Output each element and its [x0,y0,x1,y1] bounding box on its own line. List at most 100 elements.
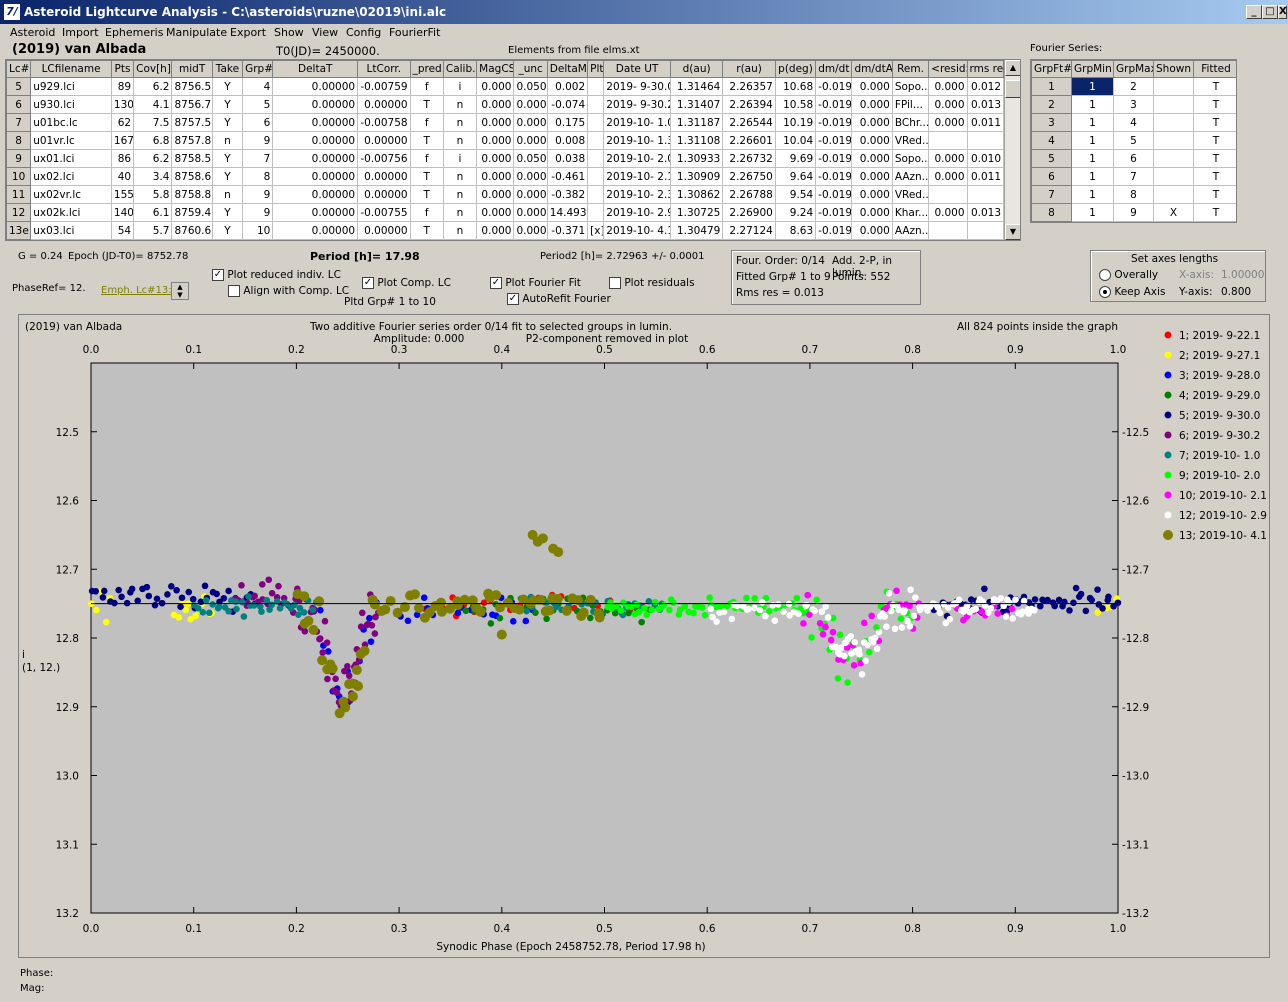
spin-up-icon[interactable]: ▲ [177,283,182,291]
overally-radio[interactable]: Overally [1099,269,1158,281]
table-cell[interactable] [966,221,1004,240]
table-cell[interactable]: 0.000 [851,167,893,186]
table-cell[interactable]: 8756.7 [171,95,213,114]
table-cell[interactable]: 1 [1071,203,1114,222]
table-cell[interactable]: 9.69 [774,149,817,168]
row-header[interactable]: 8 [6,131,32,150]
table-cell[interactable]: 2.26601 [722,131,776,150]
lc-col-header[interactable]: p(deg) [774,60,817,78]
table-cell[interactable]: u930.lci [30,95,112,114]
table-cell[interactable]: 0.011 [966,113,1004,132]
table-cell[interactable]: T [1193,113,1236,132]
table-cell[interactable]: 1 [1071,77,1114,96]
table-cell[interactable]: 0.000 [476,113,515,132]
lc-col-header[interactable]: <resid> [928,60,968,78]
table-row[interactable]: 819XT [1031,203,1236,222]
menu-import[interactable]: Import [62,26,99,39]
checkbox-icon[interactable]: ✓ [362,277,374,289]
row-header[interactable]: 5 [6,77,32,96]
table-cell[interactable]: 2.26732 [722,149,776,168]
table-cell[interactable]: f [409,149,444,168]
table-cell[interactable]: -0.461 [546,167,589,186]
lc-col-header[interactable]: dm/dt [815,60,853,78]
plot-resid-checkbox[interactable]: Plot residuals [609,277,695,289]
row-header[interactable]: 7 [6,113,32,132]
table-row[interactable]: 112T [1031,77,1236,96]
plot-comp-checkbox[interactable]: ✓ Plot Comp. LC [362,277,451,289]
lc-col-header[interactable]: Date UT [603,60,671,78]
menu-view[interactable]: View [312,26,338,39]
align-comp-checkbox[interactable]: Align with Comp. LC [228,285,349,297]
table-cell[interactable]: 0.000 [513,203,548,222]
keep-axis-radio[interactable]: Keep Axis [1099,286,1165,298]
table-cell[interactable]: 155 [110,185,135,204]
lc-col-header[interactable]: Calib. [442,60,478,78]
table-cell[interactable]: 0.00000 [272,221,359,240]
row-header[interactable]: 1 [1031,77,1072,96]
table-cell[interactable] [1153,167,1194,186]
checkbox-icon[interactable]: ✓ [490,277,502,289]
table-cell[interactable]: 9 [242,131,274,150]
table-cell[interactable]: Y [211,149,244,168]
table-cell[interactable]: 1.30479 [669,221,724,240]
lc-col-header[interactable]: rms res [966,60,1004,78]
table-cell[interactable]: 6.1 [133,203,173,222]
lc-col-header[interactable]: DeltaT [272,60,359,78]
table-cell[interactable]: T [409,167,444,186]
table-row[interactable]: 10 ux02.lci 40 3.4 8758.6 Y 8 0.00000 0.00000 Tn 0… [6,167,1004,186]
table-cell[interactable]: 14.493 [546,203,589,222]
table-cell[interactable]: -0.019 [815,95,853,114]
table-cell[interactable]: ux02.lci [30,167,112,186]
table-cell[interactable]: 2.26900 [722,203,776,222]
table-cell[interactable]: -0.371 [546,221,589,240]
table-cell[interactable]: AAzn... [891,221,930,240]
table-cell[interactable]: 0.000 [928,95,968,114]
table-cell[interactable]: 2.26394 [722,95,776,114]
row-header[interactable]: 12 [6,203,32,222]
table-row[interactable]: 516 T [1031,149,1236,168]
table-cell[interactable]: 0.010 [966,149,1004,168]
table-cell[interactable]: 6.2 [133,77,173,96]
table-cell[interactable]: 0.002 [546,77,589,96]
lc-col-header[interactable]: Plt [587,60,605,78]
table-cell[interactable]: 1 [1071,131,1114,150]
table-cell[interactable] [966,131,1004,150]
table-cell[interactable]: n [211,185,244,204]
table-cell[interactable]: 5 [242,95,274,114]
table-cell[interactable]: 1 [1071,149,1114,168]
table-cell[interactable]: 2.26544 [722,113,776,132]
table-cell[interactable]: 0.000 [476,221,515,240]
table-cell[interactable]: u01vr.lc [30,131,112,150]
menu-ephemeris[interactable]: Ephemeris [105,26,163,39]
table-cell[interactable]: 0.00000 [357,185,411,204]
scroll-thumb[interactable] [1005,80,1020,98]
lc-col-header[interactable]: Rem. [891,60,930,78]
radio-icon[interactable] [1099,269,1111,281]
table-cell[interactable]: 8760.6 [171,221,213,240]
table-cell[interactable]: 0.000 [928,113,968,132]
spin-down-icon[interactable]: ▼ [177,291,182,299]
table-cell[interactable]: 1.30909 [669,167,724,186]
lc-col-header[interactable]: midT [171,60,213,78]
table-cell[interactable]: 2019- 9-30.2 [603,95,671,114]
table-cell[interactable]: 0.000 [513,131,548,150]
table-cell[interactable]: f [409,203,444,222]
lc-col-header[interactable]: Grp# [242,60,274,78]
table-cell[interactable]: 5.8 [133,185,173,204]
table-cell[interactable]: 0.000 [513,167,548,186]
table-cell[interactable]: ux03.lci [30,221,112,240]
table-cell[interactable]: 0.011 [966,167,1004,186]
table-cell[interactable]: -0.00756 [357,149,411,168]
emph-lc-link[interactable]: Emph. Lc#13: [101,285,172,296]
table-cell[interactable]: -0.019 [815,113,853,132]
table-cell[interactable]: ux02k.lci [30,203,112,222]
table-cell[interactable]: 2019-10- 1.3 [603,131,671,150]
table-cell[interactable]: n [442,95,478,114]
radio-icon[interactable] [1099,286,1111,298]
table-cell[interactable]: u929.lci [30,77,112,96]
table-cell[interactable]: Y [211,77,244,96]
table-cell[interactable]: 0.000 [851,149,893,168]
table-cell[interactable]: ux02vr.lc [30,185,112,204]
lc-col-header[interactable]: DeltaM [546,60,589,78]
table-cell[interactable]: 2.27124 [722,221,776,240]
